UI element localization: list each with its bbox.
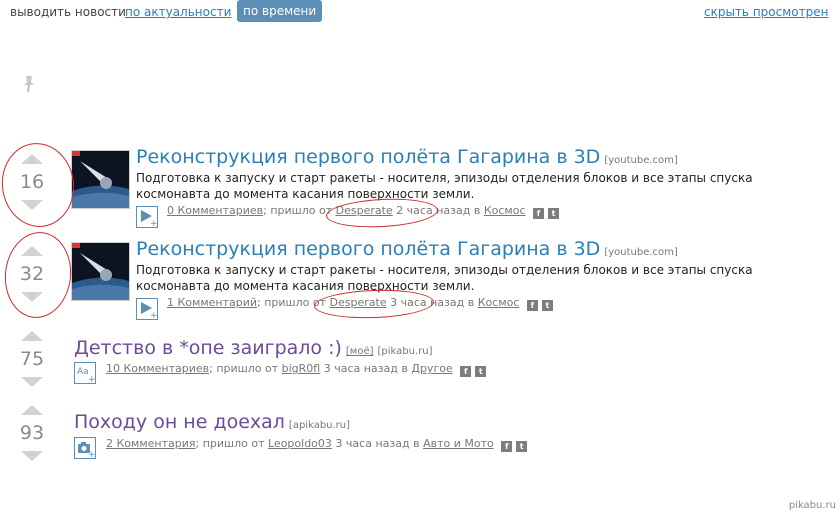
post-domain[interactable]: [pikabu.ru] [378, 346, 433, 357]
twitter-icon[interactable]: t [548, 208, 559, 219]
mine-tag[interactable]: [моё] [346, 346, 374, 357]
post-title[interactable]: Детство в *опе заиграло :) [74, 337, 342, 359]
vote-block: 75 [14, 331, 50, 387]
category-link[interactable]: Авто и Мото [423, 437, 494, 450]
sort-time-button[interactable]: по времени [237, 0, 323, 22]
annotation-circle [0, 138, 80, 232]
category-link[interactable]: Другое [411, 362, 452, 375]
category-link[interactable]: Космос [484, 204, 526, 217]
hide-viewed-link[interactable]: скрыть просмотрен [704, 5, 828, 19]
annotation-circle [0, 228, 76, 322]
post-title[interactable]: Реконструкция первого полёта Гагарина в … [136, 146, 600, 168]
vote-down-arrow[interactable] [21, 377, 43, 387]
post-title[interactable]: Походу он не доехал [74, 411, 285, 433]
twitter-icon[interactable]: t [516, 441, 528, 452]
twitter-icon[interactable]: t [541, 300, 553, 311]
facebook-icon[interactable]: f [501, 441, 513, 452]
video-icon[interactable]: + [136, 298, 158, 321]
pin-icon[interactable] [20, 74, 38, 94]
comments-link[interactable]: 2 Комментария [106, 437, 196, 450]
text-icon[interactable]: Aa + [74, 362, 96, 385]
svg-text:+: + [88, 450, 95, 458]
svg-text:+: + [88, 375, 95, 383]
svg-text:+: + [150, 311, 157, 319]
facebook-icon[interactable]: f [460, 366, 472, 377]
post-thumbnail[interactable] [71, 242, 130, 301]
comments-link[interactable]: 0 Комментариев [167, 204, 263, 217]
post-meta: 10 Комментариев; пришло от bigR0fl 3 час… [106, 362, 487, 377]
post-domain[interactable]: [youtube.com] [604, 155, 677, 166]
photo-icon[interactable]: + [74, 437, 96, 460]
post-domain[interactable]: [apikabu.ru] [289, 420, 350, 431]
post-score: 93 [19, 422, 45, 444]
comments-link[interactable]: 1 Комментарий [167, 296, 257, 309]
author-link[interactable]: Leopoldo03 [268, 437, 332, 450]
author-link[interactable]: bigR0fl [282, 362, 321, 375]
category-link[interactable]: Космос [478, 296, 520, 309]
svg-text:+: + [150, 219, 157, 227]
post-description: Подготовка к запуску и старт ракеты - но… [136, 171, 753, 201]
post-meta: 2 Комментария; пришло от Leopoldo03 3 ча… [106, 437, 528, 452]
vote-up-arrow[interactable] [21, 405, 43, 415]
sort-relevance-link[interactable]: по актуальности [125, 5, 231, 19]
post-title-row: Детство в *опе заиграло :) [моё] [pikabu.r… [74, 337, 433, 359]
post-description: Подготовка к запуску и старт ракеты - но… [136, 263, 753, 293]
post-score: 75 [19, 348, 45, 370]
sort-label: выводить новости [10, 5, 126, 19]
video-icon[interactable]: + [136, 206, 158, 229]
post-title[interactable]: Реконструкция первого полёта Гагарина в … [136, 238, 600, 260]
sort-bar: выводить новости по актуальности по врем… [0, 0, 840, 26]
vote-up-arrow[interactable] [21, 331, 43, 341]
svg-text:Aa: Aa [77, 367, 89, 377]
post-thumbnail[interactable] [71, 150, 130, 209]
comments-link[interactable]: 10 Комментариев [106, 362, 209, 375]
facebook-icon[interactable]: f [526, 300, 538, 311]
post-domain[interactable]: [youtube.com] [604, 247, 677, 258]
facebook-icon[interactable]: f [533, 208, 544, 219]
post-title-row: Реконструкция первого полёта Гагарина в … [136, 146, 678, 168]
twitter-icon[interactable]: t [475, 366, 487, 377]
post-title-row: Реконструкция первого полёта Гагарина в … [136, 238, 678, 260]
post-title-row: Походу он не доехал [apikabu.ru] [74, 411, 350, 433]
vote-block: 93 [14, 405, 50, 461]
watermark: pikabu.ru [788, 500, 836, 511]
vote-down-arrow[interactable] [21, 451, 43, 461]
